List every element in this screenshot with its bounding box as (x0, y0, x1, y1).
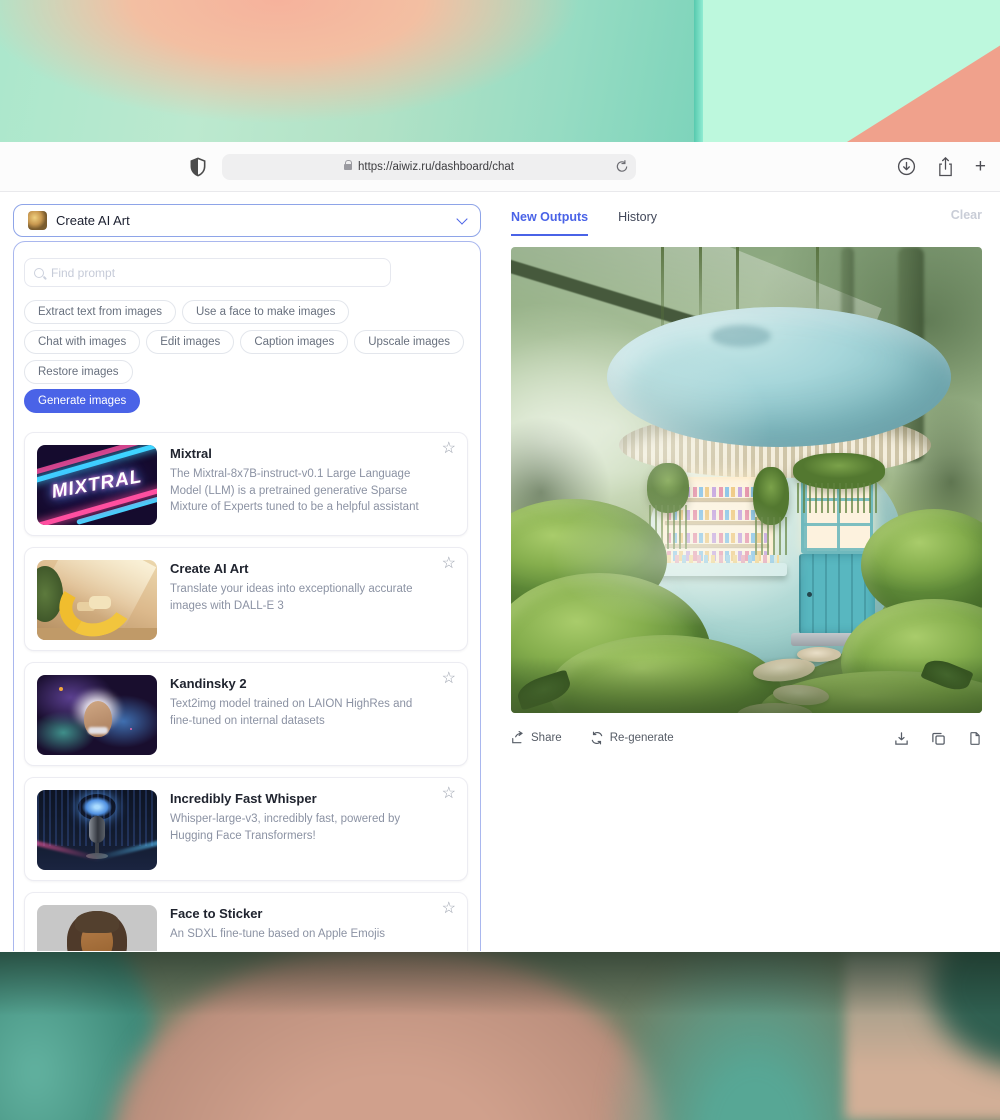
model-card-mixtral[interactable]: MIXTRAL Mixtral The Mixtral-8x7B-instruc… (24, 432, 468, 536)
model-browser-panel: Extract text from images Use a face to m… (13, 241, 481, 951)
wallpaper-gradient-left (0, 0, 694, 142)
chip-chat-images[interactable]: Chat with images (24, 330, 140, 354)
model-select-thumbnail (28, 211, 47, 230)
model-card-create-ai-art[interactable]: Create AI Art Translate your ideas into … (24, 547, 468, 651)
wallpaper-top (0, 0, 1000, 142)
chip-face-images[interactable]: Use a face to make images (182, 300, 349, 324)
model-title: Face to Sticker (170, 906, 385, 921)
chevron-down-icon (456, 213, 467, 224)
chip-edit-images[interactable]: Edit images (146, 330, 234, 354)
favorite-star-icon[interactable]: ☆ (442, 786, 456, 802)
model-list: MIXTRAL Mixtral The Mixtral-8x7B-instruc… (24, 432, 470, 951)
model-select-label: Create AI Art (56, 213, 449, 228)
model-description: The Mixtral-8x7B-instruct-v0.1 Large Lan… (170, 466, 429, 516)
wallpaper-gradient-right (694, 0, 1000, 142)
model-description: An SDXL fine-tune based on Apple Emojis (170, 926, 385, 943)
ground-shadow (511, 657, 982, 713)
model-title: Create AI Art (170, 561, 429, 576)
mixtral-neon-sign: MIXTRAL (37, 445, 157, 525)
regenerate-label: Re-generate (610, 732, 674, 744)
microphone (89, 816, 105, 843)
share-label: Share (531, 732, 562, 744)
model-description: Translate your ideas into exceptionally … (170, 581, 429, 614)
model-title: Incredibly Fast Whisper (170, 791, 429, 806)
chip-upscale-images[interactable]: Upscale images (354, 330, 464, 354)
favorite-star-icon[interactable]: ☆ (442, 671, 456, 687)
pillows (89, 596, 111, 609)
file-output-button[interactable] (968, 731, 982, 746)
new-tab-button[interactable]: + (975, 157, 986, 176)
wallpaper-bottom (0, 952, 1000, 1120)
category-chips: Extract text from images Use a face to m… (24, 300, 469, 384)
share-icon (511, 731, 525, 745)
share-output-button[interactable]: Share (511, 731, 562, 745)
favorite-star-icon[interactable]: ☆ (442, 441, 456, 457)
clear-button[interactable]: Clear (951, 208, 982, 222)
mixtral-thumbnail: MIXTRAL (37, 445, 157, 525)
search-input[interactable] (51, 266, 381, 280)
downloads-button[interactable] (897, 157, 916, 176)
wallpaper-shadow (0, 952, 1000, 1120)
browser-window: https://aiwiz.ru/dashboard/chat + Create… (0, 142, 1000, 952)
page-content: Create AI Art Extract text from images U… (0, 192, 1000, 951)
create-ai-art-thumbnail (37, 560, 157, 640)
model-card-whisper[interactable]: Incredibly Fast Whisper Whisper-large-v3… (24, 777, 468, 881)
output-action-bar: Share Re-generate (511, 728, 982, 748)
model-card-kandinsky[interactable]: Kandinsky 2 Text2img model trained on LA… (24, 662, 468, 766)
model-title: Mixtral (170, 446, 429, 461)
model-description: Text2img model trained on LAION HighRes … (170, 696, 429, 729)
model-description: Whisper-large-v3, incredibly fast, power… (170, 811, 429, 844)
sticker-fringe (75, 911, 119, 933)
model-title: Kandinsky 2 (170, 676, 429, 691)
door-knob (807, 592, 812, 597)
whisper-thumbnail (37, 790, 157, 870)
cap-dimple (711, 325, 771, 347)
chip-restore-images[interactable]: Restore images (24, 360, 133, 384)
regenerate-icon (590, 731, 604, 745)
cosmic-sparkles (59, 687, 63, 691)
regenerate-button[interactable]: Re-generate (590, 731, 674, 745)
plant-strands (797, 483, 881, 513)
mist (551, 487, 811, 627)
generated-image-mushroom-shop[interactable] (511, 247, 982, 713)
tab-history[interactable]: History (618, 210, 657, 236)
favorite-star-icon[interactable]: ☆ (442, 901, 456, 917)
face-to-sticker-thumbnail (37, 905, 157, 951)
toolbar-buttons: + (897, 142, 986, 191)
favorite-star-icon[interactable]: ☆ (442, 556, 456, 572)
prompt-search[interactable] (24, 258, 391, 287)
browser-toolbar: https://aiwiz.ru/dashboard/chat + (0, 142, 1000, 192)
chip-caption-images[interactable]: Caption images (240, 330, 348, 354)
download-output-button[interactable] (894, 731, 909, 746)
chip-generate-images-active[interactable]: Generate images (24, 389, 140, 413)
chip-extract-text[interactable]: Extract text from images (24, 300, 176, 324)
reload-icon[interactable] (615, 159, 629, 174)
model-select-dropdown[interactable]: Create AI Art (13, 204, 481, 237)
url-text: https://aiwiz.ru/dashboard/chat (358, 161, 514, 173)
search-icon (34, 268, 44, 278)
share-button[interactable] (937, 157, 954, 177)
tab-new-outputs[interactable]: New Outputs (511, 210, 588, 236)
model-card-face-to-sticker[interactable]: Face to Sticker An SDXL fine-tune based … (24, 892, 468, 951)
address-bar[interactable]: https://aiwiz.ru/dashboard/chat (222, 154, 636, 180)
privacy-shield-icon[interactable] (190, 157, 206, 177)
lock-icon (344, 164, 352, 170)
kandinsky-thumbnail (37, 675, 157, 755)
einstein-mustache (88, 727, 108, 734)
output-tabs: New Outputs History (511, 210, 657, 236)
copy-output-button[interactable] (931, 731, 946, 746)
